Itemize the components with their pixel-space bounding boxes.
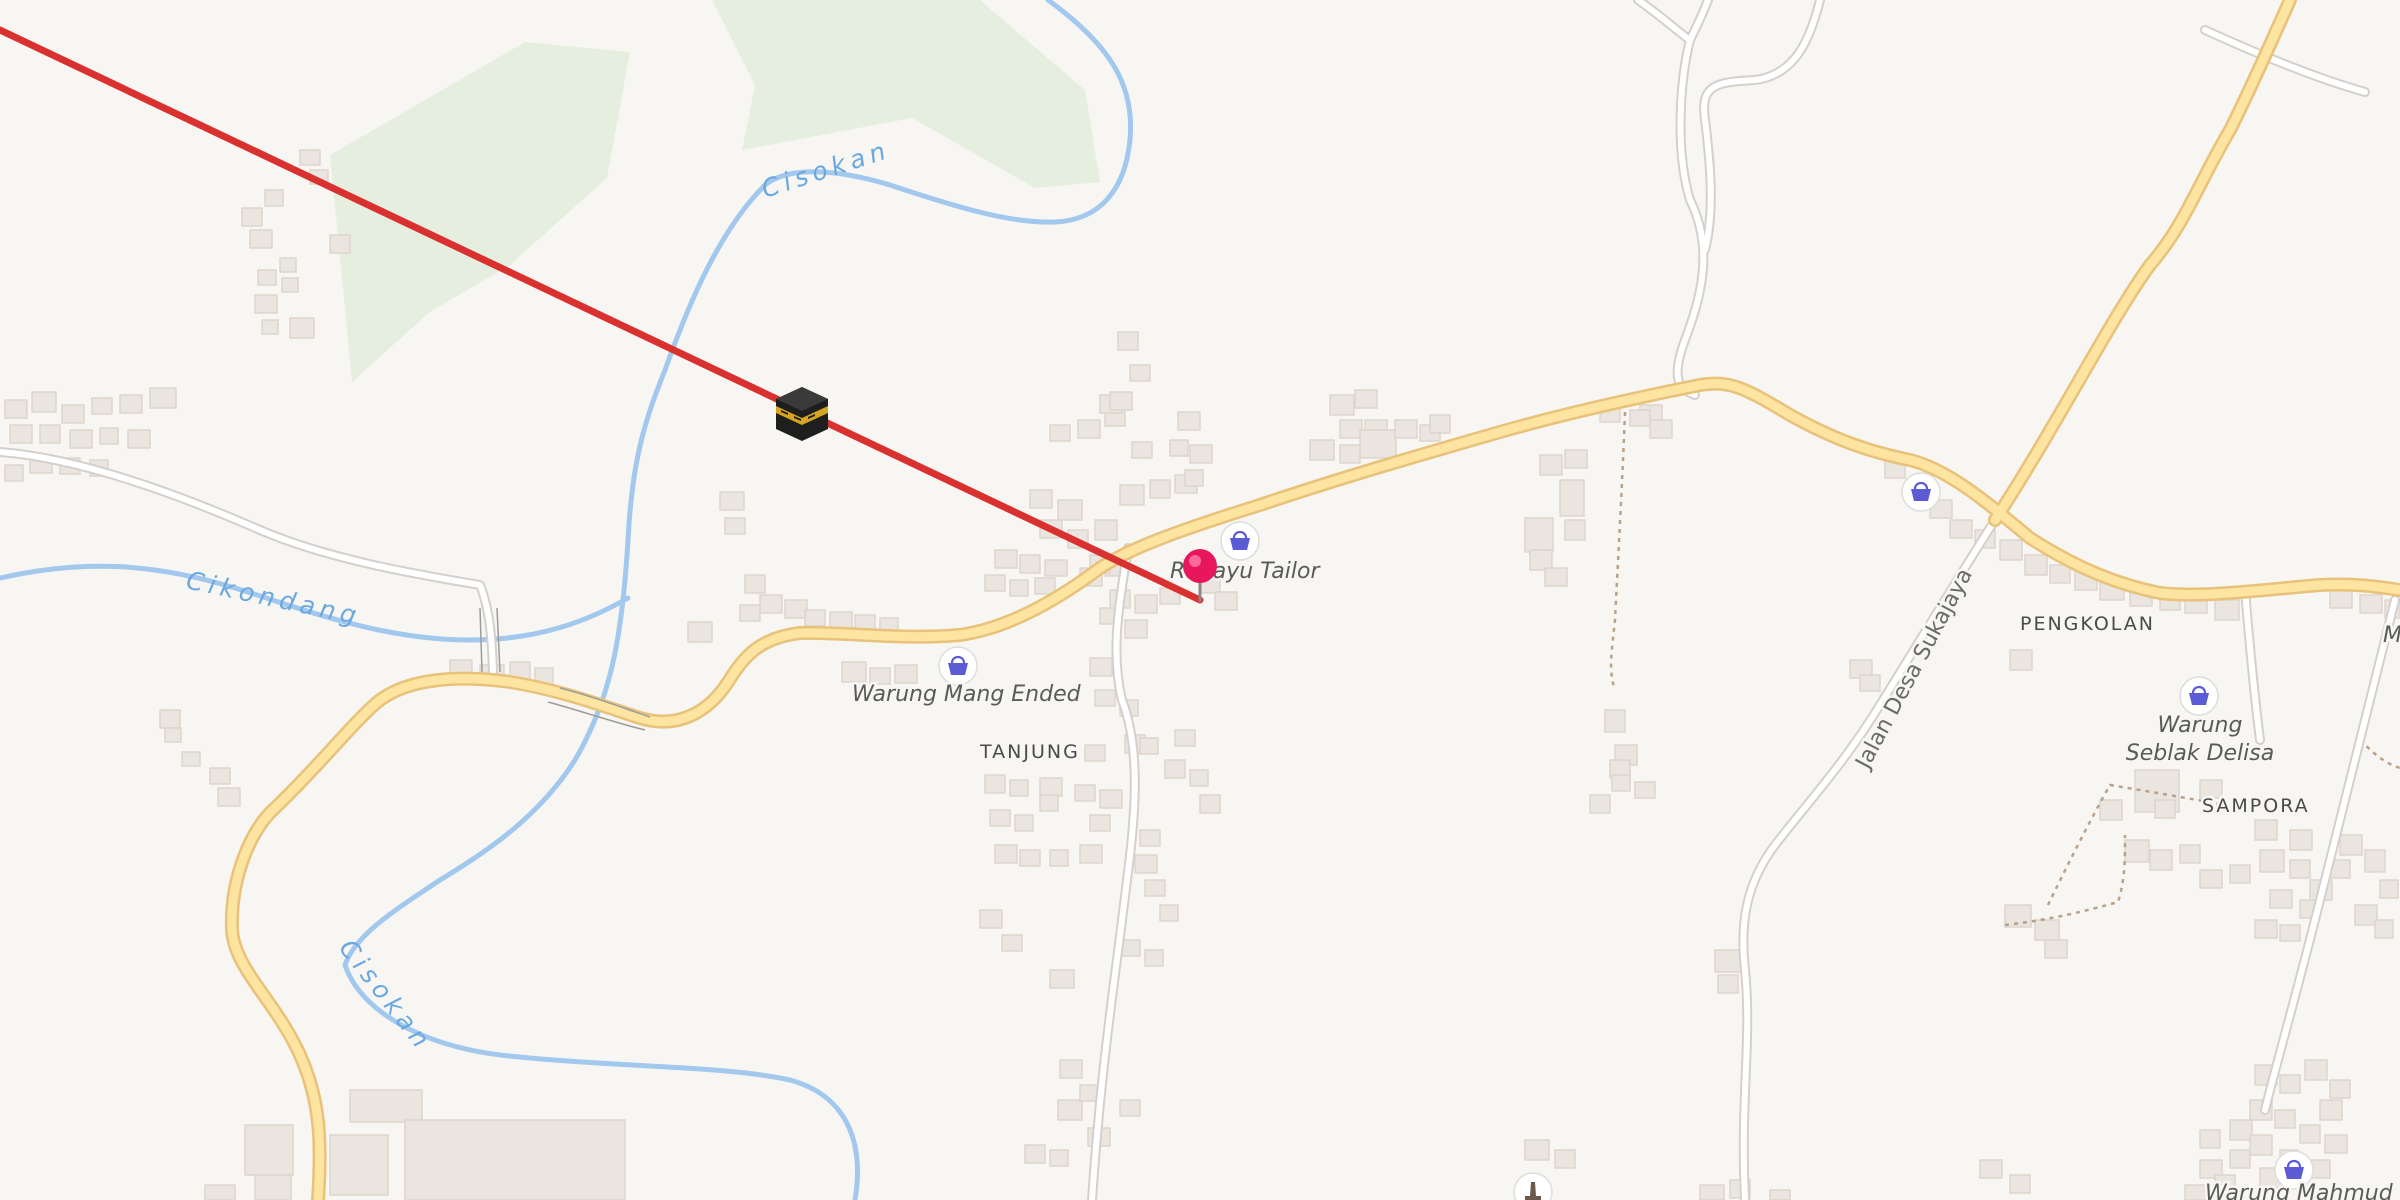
poi-shop-pengkolan[interactable] (1901, 472, 1941, 512)
road-north-east-primary (1990, 0, 2295, 525)
road-main-east-west (227, 379, 2400, 1200)
edge-label-fragment: M (2383, 623, 2400, 648)
park-area (712, 0, 1100, 188)
footpaths (1609, 411, 2400, 927)
place-label-pengkolan: PENGKOLAN (2020, 613, 2155, 635)
kaaba-icon[interactable] (776, 387, 828, 441)
shop-basket-icon[interactable] (938, 646, 978, 686)
park-areas (330, 0, 1100, 382)
poi-label-warung-mahmud[interactable]: Warung Mahmud (2203, 1179, 2397, 1200)
poi-label-warung-seblak-delisa-line1[interactable]: Warung (2155, 711, 2245, 741)
water-label-cisokan-north: Cisokan (758, 135, 894, 204)
shop-basket-icon[interactable] (1901, 472, 1941, 512)
water-label-cisokan-south: Cisokan (333, 934, 438, 1057)
road-jalan-desa-sukajaya (1740, 517, 1998, 1200)
water-label-cikondang: Cikondang (184, 566, 364, 631)
shop-basket-icon[interactable] (1220, 521, 1260, 561)
park-area (330, 42, 630, 382)
map-canvas[interactable]: Cisokan Cikondang Cisokan TANJUNG PENGKO… (0, 0, 2400, 1200)
road-north (1674, 37, 1707, 398)
poi-landmark-south[interactable] (1513, 1172, 1553, 1200)
monument-icon[interactable] (1513, 1172, 1553, 1200)
shop-basket-icon[interactable] (2179, 676, 2219, 716)
poi-label-warung-seblak-delisa-line2[interactable]: Seblak Delisa (2123, 739, 2276, 769)
place-label-tanjung: TANJUNG (979, 741, 1080, 763)
poi-label-warung-mang-ended[interactable]: Warung Mang Ended (850, 680, 1085, 710)
water-labels: Cisokan Cikondang Cisokan (184, 135, 894, 1057)
place-label-sampora: SAMPORA (2202, 795, 2310, 817)
